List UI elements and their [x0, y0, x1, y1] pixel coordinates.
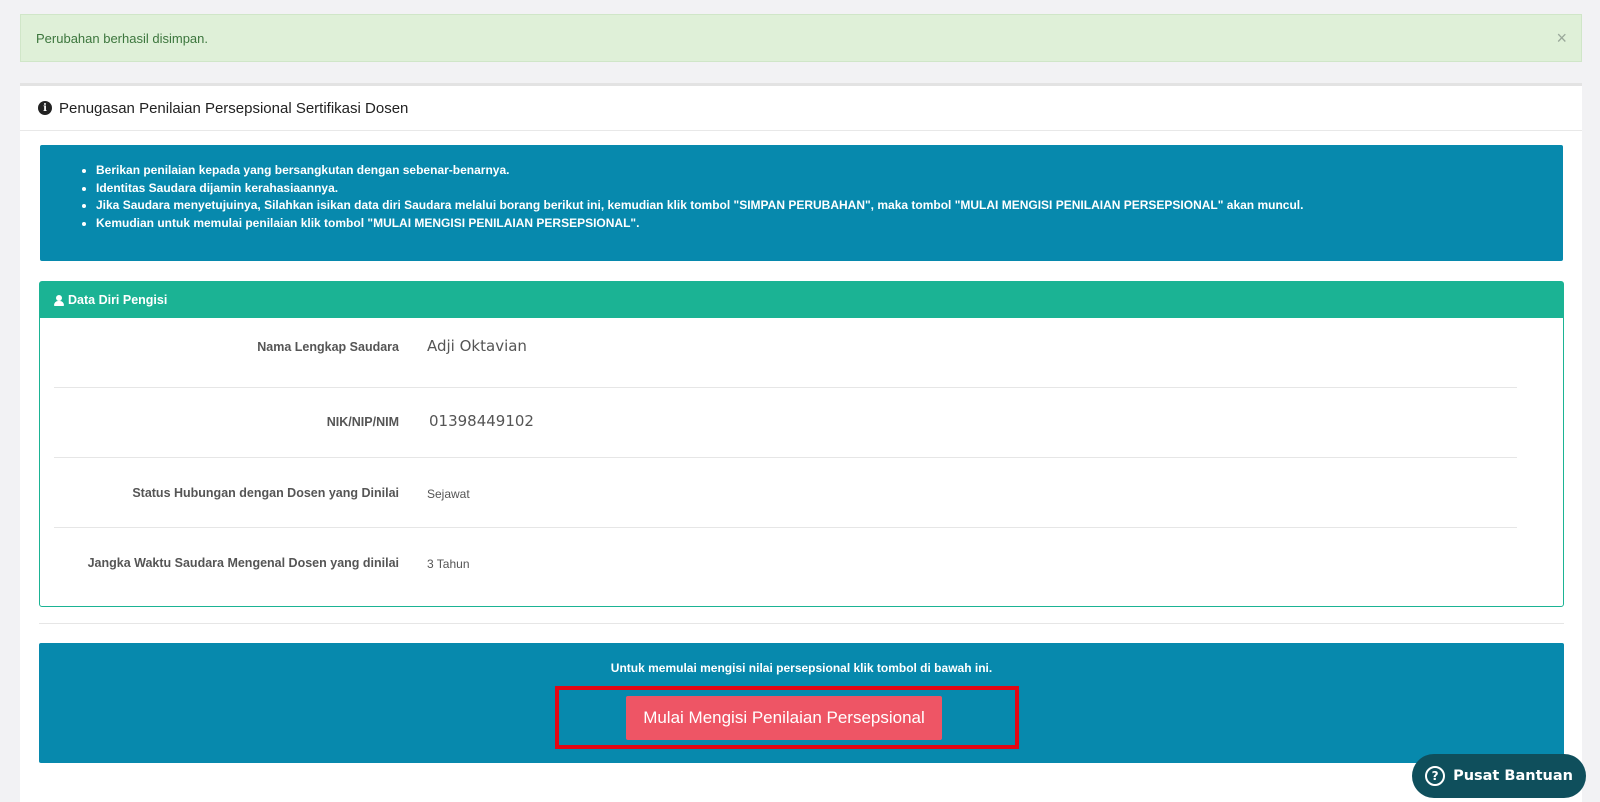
info-circle-icon: i: [38, 101, 52, 115]
start-assessment-button[interactable]: Mulai Mengisi Penilaian Persepsional: [626, 696, 942, 740]
field-value-jangka-waktu: 3 Tahun: [427, 557, 470, 571]
field-row-jangka-waktu: Jangka Waktu Saudara Mengenal Dosen yang…: [54, 528, 1517, 598]
field-value-nik: 01398449102: [429, 412, 534, 430]
instruction-item: Identitas Saudara dijamin kerahasiaannya…: [96, 180, 1563, 198]
instructions-callout: Berikan penilaian kepada yang bersangkut…: [40, 145, 1563, 261]
field-label: NIK/NIP/NIM: [326, 415, 399, 429]
question-circle-icon: ?: [1425, 766, 1446, 786]
field-value-nama: Adji Oktavian: [427, 337, 527, 355]
field-row-status: Status Hubungan dengan Dosen yang Dinila…: [54, 458, 1517, 528]
help-label: Pusat Bantuan: [1453, 768, 1573, 784]
data-diri-heading: Data Diri Pengisi: [40, 282, 1563, 318]
success-alert: Perubahan berhasil disimpan. ×: [20, 14, 1582, 62]
user-icon: [54, 294, 64, 306]
start-assessment-callout: Untuk memulai mengisi nilai persepsional…: [39, 643, 1564, 763]
data-diri-box: Data Diri Pengisi Nama Lengkap Saudara A…: [39, 281, 1564, 607]
cta-text: Untuk memulai mengisi nilai persepsional…: [610, 661, 993, 675]
data-diri-title: Data Diri Pengisi: [68, 293, 168, 307]
help-center-button[interactable]: ? Pusat Bantuan: [1412, 754, 1586, 798]
instruction-item: Kemudian untuk memulai penilaian klik to…: [96, 215, 1563, 233]
page-title: Penugasan Penilaian Persepsional Sertifi…: [59, 99, 409, 117]
field-label: Nama Lengkap Saudara: [257, 340, 399, 354]
instructions-list: Berikan penilaian kepada yang bersangkut…: [40, 162, 1563, 232]
divider: [39, 623, 1564, 624]
field-value-status: Sejawat: [427, 487, 470, 501]
field-label: Status Hubungan dengan Dosen yang Dinila…: [132, 486, 399, 500]
field-label: Jangka Waktu Saudara Mengenal Dosen yang…: [87, 556, 399, 570]
assignment-panel: i Penugasan Penilaian Persepsional Serti…: [20, 83, 1582, 802]
alert-message: Perubahan berhasil disimpan.: [36, 30, 208, 46]
field-row-nik: NIK/NIP/NIM 01398449102: [54, 388, 1517, 458]
close-icon[interactable]: ×: [1556, 28, 1567, 48]
panel-heading: i Penugasan Penilaian Persepsional Serti…: [20, 86, 1582, 131]
field-row-nama: Nama Lengkap Saudara Adji Oktavian: [54, 318, 1517, 388]
instruction-item: Jika Saudara menyetujuinya, Silahkan isi…: [96, 197, 1563, 215]
instruction-item: Berikan penilaian kepada yang bersangkut…: [96, 162, 1563, 180]
